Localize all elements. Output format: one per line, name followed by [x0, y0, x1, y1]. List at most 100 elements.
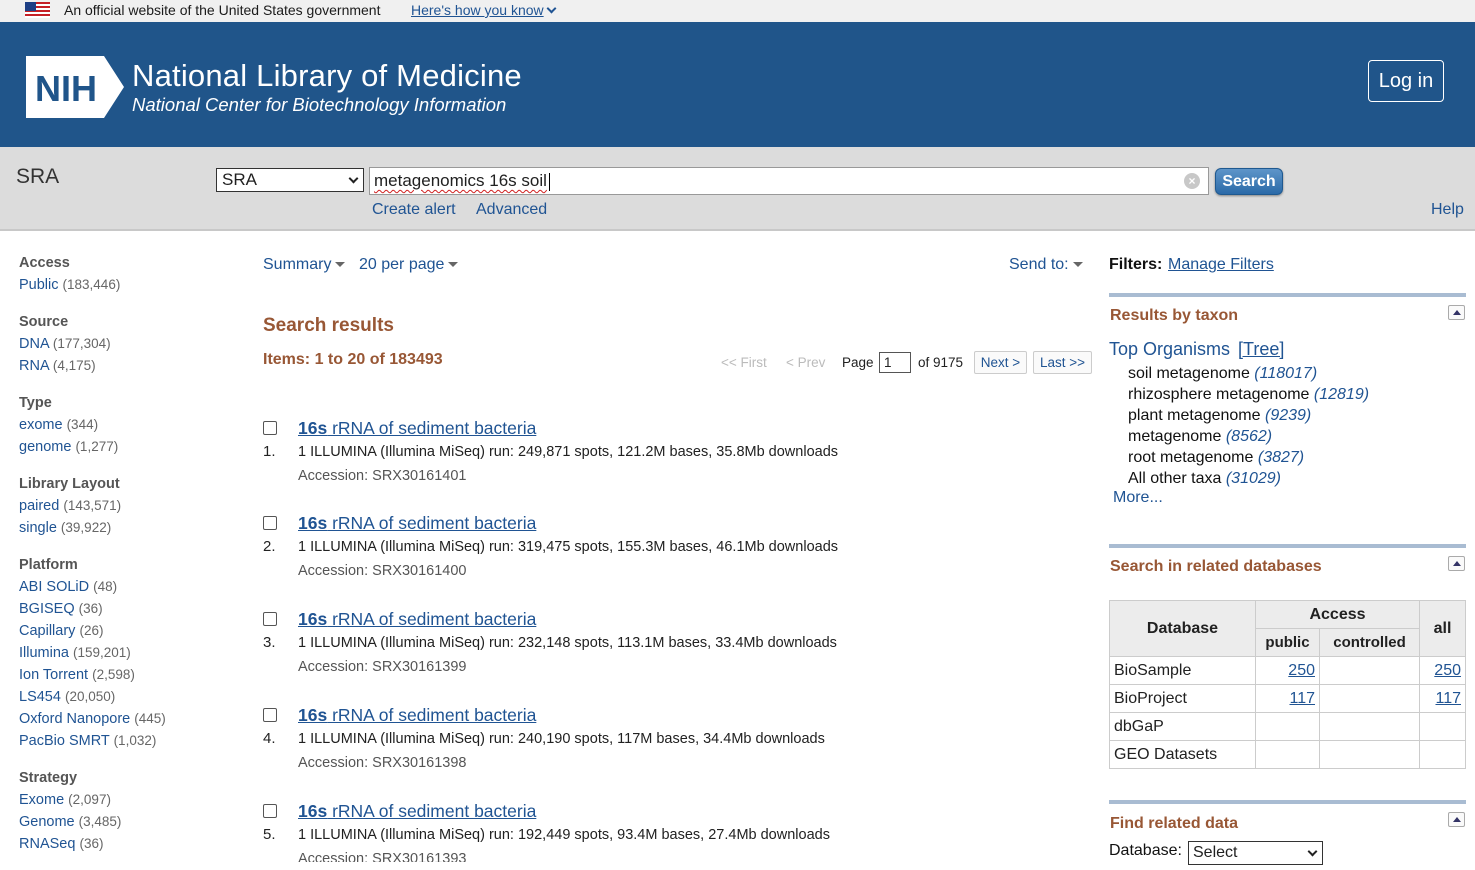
- results-by-taxon-title[interactable]: Results by taxon: [1110, 307, 1238, 325]
- pager-last-button[interactable]: Last >>: [1033, 351, 1092, 374]
- result-description: 1 ILLUMINA (Illumina MiSeq) run: 240,190…: [298, 731, 825, 747]
- filter-item[interactable]: ABI SOLiD (48): [19, 576, 239, 598]
- all-cell: [1419, 712, 1466, 741]
- filter-group-platform: Platform ABI SOLiD (48) BGISEQ (36) Capi…: [19, 554, 239, 752]
- result-title-link[interactable]: 16s rRNA of sediment bacteria: [298, 801, 536, 822]
- filter-item[interactable]: Illumina (159,201): [19, 642, 239, 664]
- result-title-link[interactable]: 16s rRNA of sediment bacteria: [298, 418, 536, 439]
- per-page-dropdown[interactable]: 20 per page: [359, 256, 459, 274]
- controlled-cell: [1319, 684, 1420, 713]
- manage-filters-link[interactable]: Manage Filters: [1168, 256, 1274, 274]
- filter-item[interactable]: Ion Torrent (2,598): [19, 664, 239, 686]
- result-checkbox[interactable]: [263, 516, 277, 530]
- filter-group-access: Access Public (183,446): [19, 252, 239, 296]
- result-checkbox[interactable]: [263, 708, 277, 722]
- pager-next-button[interactable]: Next >: [974, 351, 1027, 374]
- site-title[interactable]: National Library of Medicine: [132, 58, 522, 94]
- advanced-search-link[interactable]: Advanced: [476, 201, 547, 219]
- pager-page-input[interactable]: 1: [879, 352, 911, 373]
- controlled-cell: [1319, 712, 1420, 741]
- collapse-find-icon[interactable]: [1448, 812, 1465, 827]
- result-accession: Accession: SRX30161398: [298, 755, 467, 771]
- create-alert-link[interactable]: Create alert: [372, 201, 456, 219]
- result-title-link[interactable]: 16s rRNA of sediment bacteria: [298, 513, 536, 534]
- taxon-item[interactable]: metagenome (8562): [1128, 426, 1369, 447]
- filter-item[interactable]: exome (344): [19, 414, 239, 436]
- filter-item[interactable]: RNASeq (36): [19, 833, 239, 855]
- filter-item[interactable]: Oxford Nanopore (445): [19, 708, 239, 730]
- result-item: 3. 16s rRNA of sediment bacteria 1 ILLUM…: [263, 609, 1083, 705]
- nih-logo[interactable]: NIH: [26, 56, 124, 118]
- clear-icon[interactable]: ×: [1184, 173, 1200, 189]
- pager-prev[interactable]: < Prev: [786, 355, 825, 370]
- find-related-data-title[interactable]: Find related data: [1110, 815, 1238, 833]
- result-title-link[interactable]: 16s rRNA of sediment bacteria: [298, 609, 536, 630]
- filter-item[interactable]: DNA (177,304): [19, 333, 239, 355]
- heres-how-you-know-link[interactable]: Here's how you know: [411, 2, 557, 18]
- taxon-item[interactable]: soil metagenome (118017): [1128, 363, 1369, 384]
- db-cell: dbGaP: [1109, 712, 1256, 741]
- find-db-select[interactable]: Select: [1188, 841, 1323, 865]
- dropdown-arrow-icon: [448, 262, 459, 268]
- filter-item[interactable]: paired (143,571): [19, 495, 239, 517]
- table-row: BioProject 117 117: [1109, 684, 1466, 713]
- more-taxa-link[interactable]: More...: [1113, 489, 1163, 507]
- result-number: 5.: [263, 826, 276, 843]
- taxon-item[interactable]: plant metagenome (9239): [1128, 405, 1369, 426]
- public-count-link[interactable]: 250: [1288, 662, 1315, 679]
- result-accession: Accession: SRX30161401: [298, 468, 467, 484]
- taxon-item[interactable]: root metagenome (3827): [1128, 447, 1369, 468]
- table-row: dbGaP: [1109, 712, 1466, 741]
- filter-item[interactable]: BGISEQ (36): [19, 598, 239, 620]
- result-checkbox[interactable]: [263, 612, 277, 626]
- all-count-link[interactable]: 250: [1434, 662, 1461, 679]
- filter-item[interactable]: Genome (3,485): [19, 811, 239, 833]
- filter-group-title: Strategy: [19, 770, 78, 786]
- help-link[interactable]: Help: [1431, 201, 1464, 219]
- chevron-down-icon: [1307, 846, 1318, 857]
- filter-item[interactable]: Exome (2,097): [19, 789, 239, 811]
- all-count-link[interactable]: 117: [1435, 690, 1461, 707]
- collapse-related-icon[interactable]: [1448, 556, 1465, 571]
- login-button[interactable]: Log in: [1368, 60, 1444, 102]
- all-cell: [1419, 740, 1466, 769]
- result-accession: Accession: SRX30161393: [298, 851, 467, 862]
- public-count-link[interactable]: 117: [1289, 690, 1315, 707]
- dropdown-arrow-icon: [335, 262, 346, 268]
- result-checkbox[interactable]: [263, 421, 277, 435]
- send-to-dropdown[interactable]: Send to:: [1009, 256, 1083, 274]
- format-dropdown[interactable]: Summary: [263, 256, 346, 274]
- result-title-link[interactable]: 16s rRNA of sediment bacteria: [298, 705, 536, 726]
- search-input[interactable]: metagenomics 16s soil ×: [369, 167, 1209, 195]
- filter-group-library-layout: Library Layout paired (143,571) single (…: [19, 473, 239, 539]
- result-checkbox[interactable]: [263, 804, 277, 818]
- filter-item[interactable]: Public (183,446): [19, 274, 239, 296]
- filter-item[interactable]: Capillary (26): [19, 620, 239, 642]
- portlet-divider: [1109, 293, 1466, 297]
- database-name: SRA: [16, 165, 60, 188]
- filter-item[interactable]: LS454 (20,050): [19, 686, 239, 708]
- collapse-taxon-icon[interactable]: [1448, 305, 1465, 320]
- filter-item[interactable]: genome (1,277): [19, 436, 239, 458]
- pager-page-label: Page: [842, 355, 874, 370]
- pager-first[interactable]: << First: [721, 355, 767, 370]
- taxon-item[interactable]: All other taxa (31029): [1128, 468, 1369, 489]
- taxon-item[interactable]: rhizosphere metagenome (12819): [1128, 384, 1369, 405]
- filter-item[interactable]: PacBio SMRT (1,032): [19, 730, 239, 752]
- related-databases-title[interactable]: Search in related databases: [1110, 558, 1322, 576]
- table-row: GEO Datasets: [1109, 740, 1466, 769]
- tree-link[interactable]: [Tree]: [1238, 339, 1284, 359]
- related-databases-table: Database Access all public controlled Bi…: [1109, 600, 1466, 769]
- search-button[interactable]: Search: [1215, 168, 1283, 195]
- filters-label: Filters:: [1109, 256, 1163, 273]
- filter-item[interactable]: RNA (4,175): [19, 355, 239, 377]
- database-select[interactable]: SRA: [216, 168, 364, 192]
- site-header: NIH National Library of Medicine Nationa…: [0, 22, 1475, 147]
- search-bar: SRA SRA metagenomics 16s soil × Search C…: [0, 147, 1475, 231]
- chevron-down-icon: [348, 173, 359, 184]
- result-description: 1 ILLUMINA (Illumina MiSeq) run: 192,449…: [298, 827, 830, 843]
- filter-item[interactable]: single (39,922): [19, 517, 239, 539]
- pager-total: of 9175: [918, 355, 964, 370]
- result-accession: Accession: SRX30161399: [298, 659, 467, 675]
- filter-group-source: Source DNA (177,304) RNA (4,175): [19, 311, 239, 377]
